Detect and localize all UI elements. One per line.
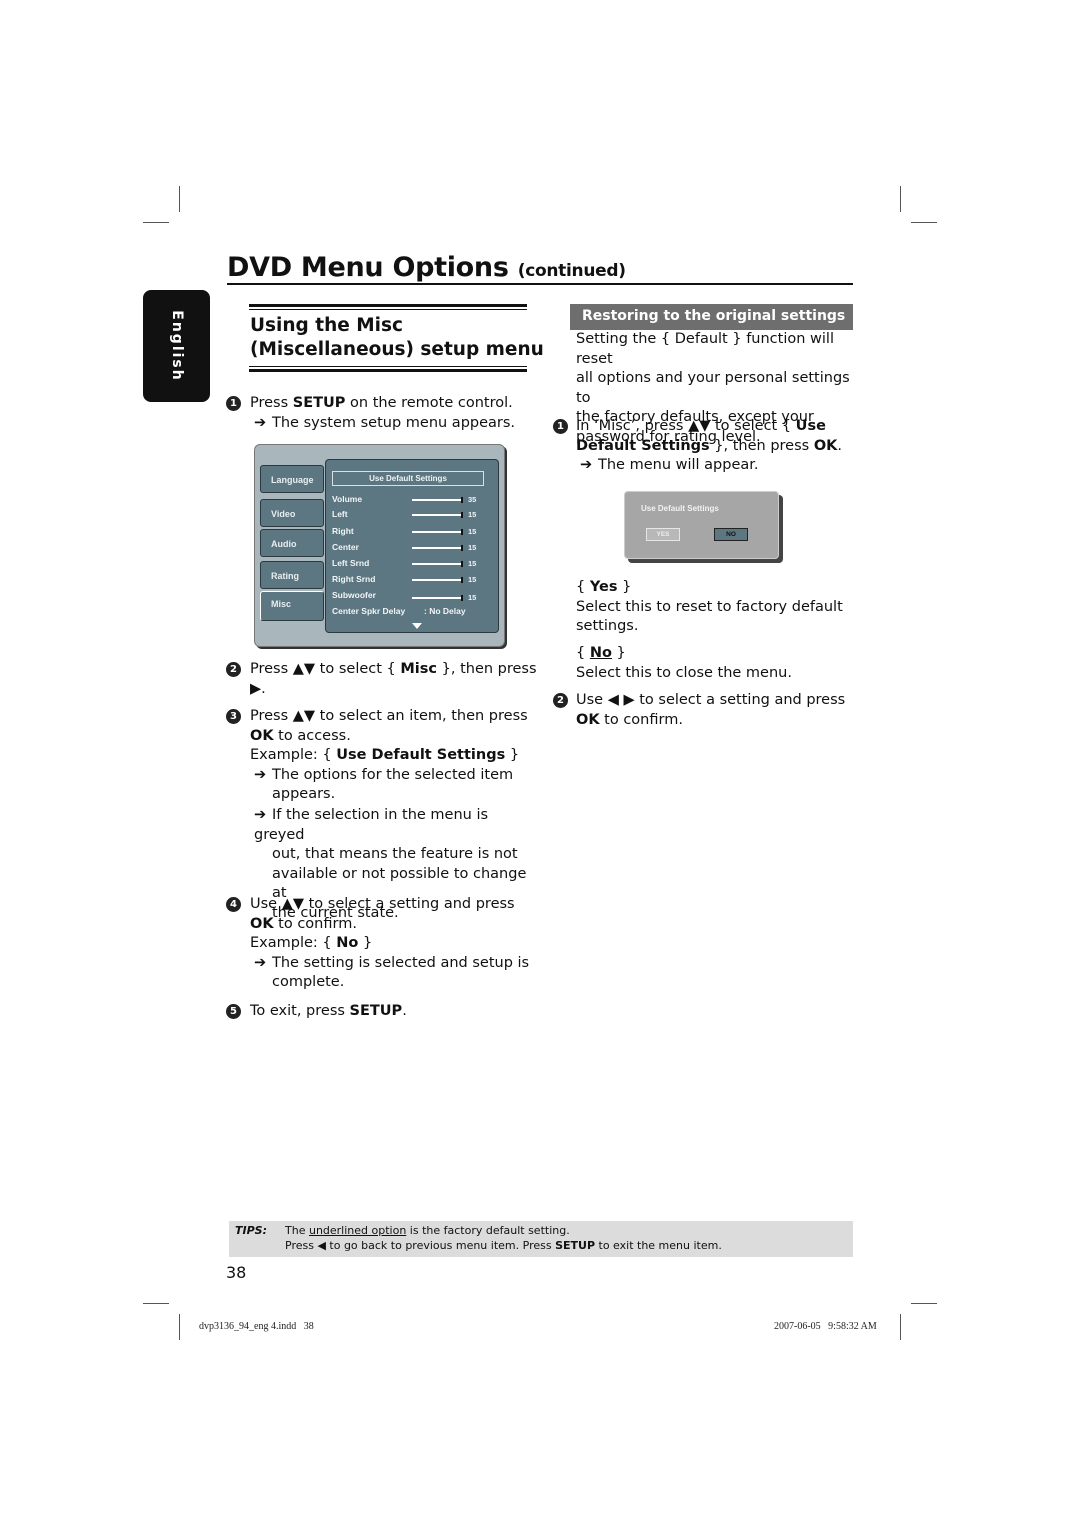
step-number: 4 <box>226 897 241 912</box>
scroll-down-icon <box>412 623 422 629</box>
default-settings-dialog: Use Default Settings YES NO <box>624 491 779 559</box>
section-title-line2: (Miscellaneous) setup menu <box>250 339 544 360</box>
section-title-line1: Using the Misc <box>250 315 403 336</box>
setup-menu-screenshot: Language Video Audio Rating Misc Use Def… <box>254 444 505 647</box>
section-rule-top <box>249 304 527 310</box>
arrow-icon: ➔ <box>254 954 267 971</box>
arrow-icon: ➔ <box>254 806 267 823</box>
step-number: 3 <box>226 709 241 724</box>
menu-tab-rating: Rating <box>260 561 324 589</box>
crop-mark <box>900 186 901 212</box>
crop-mark <box>179 1314 180 1340</box>
yes-button[interactable]: YES <box>646 528 680 541</box>
no-button[interactable]: NO <box>714 528 748 541</box>
tips-box: TIPS: The underlined option is the facto… <box>229 1221 853 1257</box>
menu-row: Right Srnd 15 <box>332 574 477 584</box>
step-number: 1 <box>553 419 568 434</box>
dialog-title: Use Default Settings <box>641 504 719 513</box>
page-title-suffix: (continued) <box>517 261 626 281</box>
tips-line-2: Press ◀ to go back to previous menu item… <box>285 1239 722 1252</box>
crop-mark <box>143 222 169 223</box>
tips-line-1: The underlined option is the factory def… <box>285 1224 570 1237</box>
page-title: DVD Menu Options (continued) <box>227 252 626 283</box>
step-number: 2 <box>553 693 568 708</box>
step-5: To exit, press SETUP. <box>250 1003 407 1019</box>
footer-timestamp: 2007-06-05 9:58:32 AM <box>774 1321 877 1332</box>
menu-header: Use Default Settings <box>332 471 484 486</box>
menu-tab-audio: Audio <box>260 529 324 557</box>
arrow-icon: ➔ <box>254 766 267 783</box>
page-title-text: DVD Menu Options <box>227 252 509 283</box>
menu-row: Right 15 <box>332 526 477 536</box>
menu-row: Left Srnd 15 <box>332 558 477 568</box>
menu-row: Volume 35 <box>332 494 477 504</box>
menu-tab-video: Video <box>260 499 324 527</box>
crop-mark <box>143 1303 169 1304</box>
step-1: Press SETUP on the remote control. ➔ The … <box>250 394 515 433</box>
restore-step-1: In ‘Misc’, press ▲▼ to select { Use Defa… <box>576 417 856 476</box>
menu-row: Left 15 <box>332 509 477 519</box>
menu-row: Subwoofer 15 <box>332 590 477 602</box>
section-title: Using the Misc (Miscellaneous) setup men… <box>250 314 544 362</box>
step-2: Press ▲▼ to select { Misc }, then press … <box>250 661 537 697</box>
section-rule-bottom <box>249 366 527 372</box>
crop-mark <box>911 1303 937 1304</box>
restore-heading: Restoring to the original settings <box>570 304 853 330</box>
restore-step-2: Use ◀ ▶ to select a setting and press OK… <box>576 692 846 728</box>
crop-mark <box>900 1314 901 1340</box>
step-4: Use ▲▼ to select a setting and press OK … <box>250 896 530 991</box>
menu-row-delay: Center Spkr Delay: No Delay <box>332 606 466 616</box>
menu-tab-misc: Misc <box>260 591 324 621</box>
crop-mark <box>911 222 937 223</box>
menu-panel: Use Default Settings Volume 35 Left 15 Rig… <box>325 459 499 633</box>
step-number: 5 <box>226 1004 241 1019</box>
arrow-icon: ➔ <box>254 414 267 431</box>
menu-row: Center 15 <box>332 542 477 552</box>
option-yes: { Yes } Select this to reset to factory … <box>576 579 843 635</box>
step-number: 2 <box>226 662 241 677</box>
step-3: Press ▲▼ to select an item, then press O… <box>250 708 528 921</box>
option-no: { No } Select this to close the menu. <box>576 645 792 681</box>
footer-file: dvp3136_94_eng 4.indd 38 <box>199 1321 314 1332</box>
step-number: 1 <box>226 396 241 411</box>
page-number: 38 <box>226 1263 247 1282</box>
tips-label: TIPS: <box>235 1224 267 1237</box>
title-rule <box>227 283 853 285</box>
arrow-icon: ➔ <box>580 457 593 474</box>
language-tab-label: English <box>168 310 185 382</box>
language-tab: English <box>143 290 210 402</box>
menu-tab-language: Language <box>260 465 324 493</box>
crop-mark <box>179 186 180 212</box>
